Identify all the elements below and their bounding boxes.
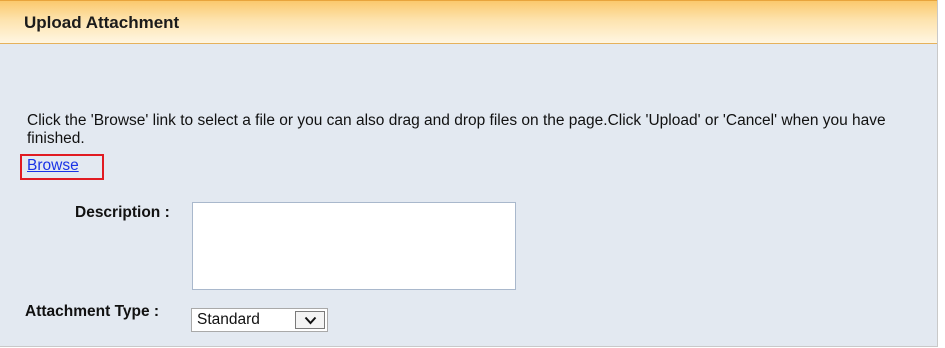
panel-title: Upload Attachment [24, 13, 180, 32]
upload-attachment-panel: Upload Attachment Click the 'Browse' lin… [0, 0, 938, 347]
browse-link[interactable]: Browse [27, 156, 79, 176]
dropdown-button[interactable] [295, 311, 325, 329]
attachment-type-value: Standard [197, 311, 260, 328]
panel-header: Upload Attachment [0, 0, 937, 44]
chevron-down-icon [304, 316, 317, 325]
description-field[interactable] [192, 202, 516, 290]
attachment-type-label: Attachment Type : [25, 303, 160, 320]
description-label: Description : [75, 204, 170, 221]
attachment-type-select[interactable]: Standard [191, 308, 328, 332]
instructions-text: Click the 'Browse' link to select a file… [27, 112, 886, 147]
